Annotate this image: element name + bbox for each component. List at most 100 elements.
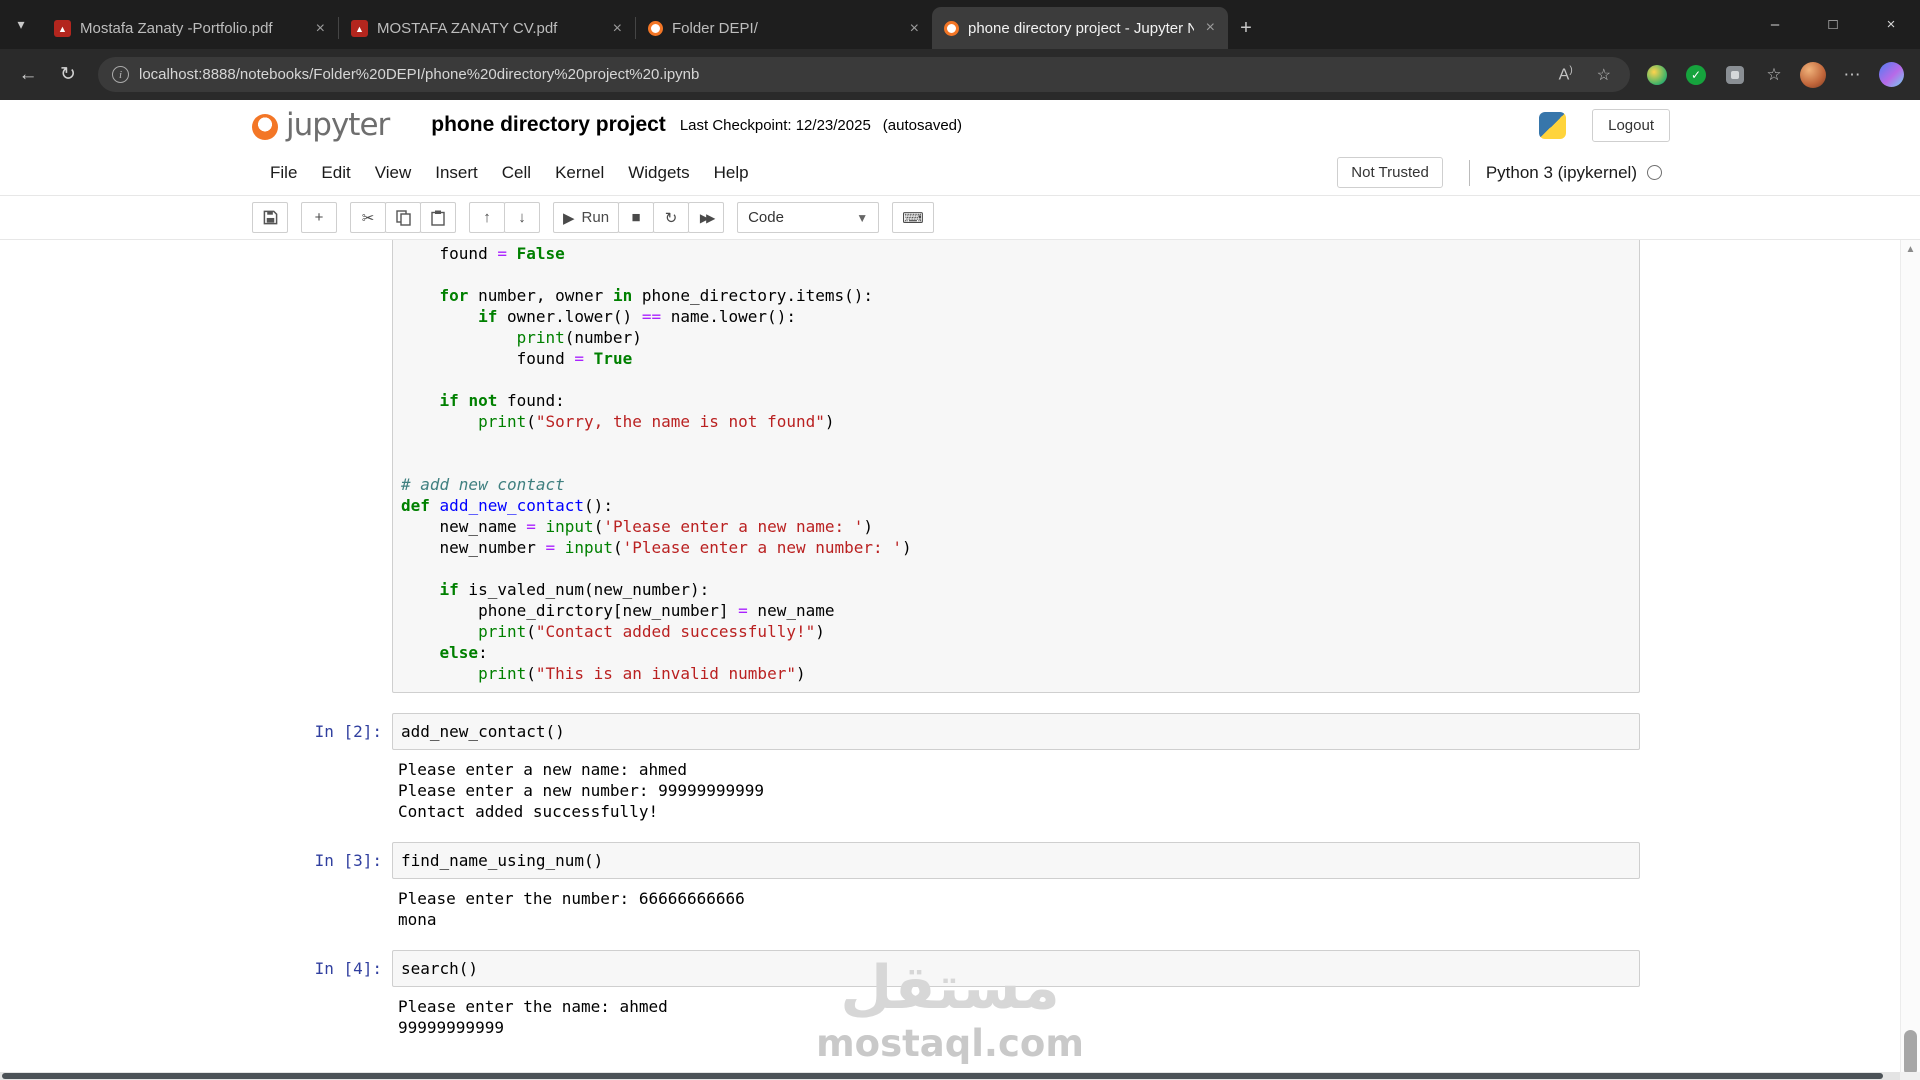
horizontal-scrollbar[interactable] (0, 1072, 1900, 1080)
copy-cell-button[interactable] (385, 202, 421, 233)
chevron-down-icon: ▼ (856, 211, 868, 225)
tab-phone-directory-active[interactable]: phone directory project - Jupyter N × (932, 7, 1228, 49)
tab-close-icon[interactable]: × (907, 20, 922, 38)
tab-label: phone directory project - Jupyter N (968, 20, 1194, 37)
not-trusted-badge[interactable]: Not Trusted (1337, 157, 1443, 188)
tab-close-icon[interactable]: × (1203, 19, 1218, 37)
copilot-icon[interactable] (1876, 60, 1906, 90)
fast-forward-icon: ▶▶ (700, 211, 712, 225)
notebook-area: found = False for number, owner in phone… (0, 240, 1920, 1080)
browser-titlebar: ▾ ▲ Mostafa Zanaty -Portfolio.pdf × ▲ MO… (0, 0, 1920, 49)
cell-type-value: Code (748, 209, 784, 226)
cell-output: Please enter the number: 66666666666 mon… (398, 888, 1640, 930)
favorites-hub-icon[interactable]: ☆ (1759, 60, 1789, 90)
tab-folder-depi[interactable]: Folder DEPI/ × (636, 8, 932, 49)
save-button[interactable] (252, 202, 288, 233)
scroll-up-arrow-icon[interactable]: ▲ (1901, 244, 1920, 255)
maximize-button[interactable]: □ (1804, 0, 1862, 49)
cut-icon: ✂ (362, 209, 375, 227)
tab-close-icon[interactable]: × (610, 20, 625, 38)
run-label: Run (582, 209, 610, 226)
jupyter-favicon-icon (944, 21, 959, 36)
jupyter-wordmark: jupyter (286, 107, 389, 143)
read-aloud-icon[interactable]: A) (1552, 65, 1580, 84)
paste-cell-button[interactable] (420, 202, 456, 233)
navbar-right-icons: ✓ ☆ ⋯ (1642, 60, 1906, 90)
scrollbar-corner (1900, 1072, 1920, 1080)
input-prompt: In [4]: (300, 950, 392, 987)
restart-run-all-button[interactable]: ▶▶ (688, 202, 724, 233)
cell-input[interactable]: search() (392, 950, 1640, 987)
jupyter-menubar: File Edit View Insert Cell Kernel Widget… (0, 150, 1920, 196)
pdf-icon: ▲ (351, 20, 368, 37)
cell-type-select[interactable]: Code ▼ (737, 202, 879, 233)
paste-icon (431, 210, 445, 226)
url-text[interactable]: localhost:8888/notebooks/Folder%20DEPI/p… (139, 66, 1542, 83)
address-bar[interactable]: i localhost:8888/notebooks/Folder%20DEPI… (98, 57, 1630, 92)
input-prompt: In [3]: (300, 842, 392, 879)
menu-kernel[interactable]: Kernel (543, 163, 616, 183)
python-logo-icon (1539, 112, 1566, 139)
notebook-title[interactable]: phone directory project (431, 113, 666, 137)
jupyter-toolbar: + ✂ ↑ ↓ ▶ Run ■ ↻ ▶▶ Code ▼ (0, 196, 1920, 240)
copy-icon (396, 210, 411, 226)
kernel-indicator-icon (1647, 165, 1662, 180)
horizontal-scrollbar-thumb[interactable] (2, 1073, 1883, 1079)
tab-label: MOSTAFA ZANATY CV.pdf (377, 20, 601, 37)
menu-cell[interactable]: Cell (490, 163, 543, 183)
menu-edit[interactable]: Edit (309, 163, 362, 183)
cell-output: Please enter the name: ahmed 99999999999 (398, 996, 1640, 1038)
menu-file[interactable]: File (258, 163, 309, 183)
restart-icon: ↻ (665, 209, 678, 227)
tab-cv-pdf[interactable]: ▲ MOSTAFA ZANATY CV.pdf × (339, 8, 635, 49)
kernel-name: Python 3 (ipykernel) (1486, 163, 1637, 183)
window-controls: – □ × (1746, 0, 1920, 49)
tab-label: Mostafa Zanaty -Portfolio.pdf (80, 20, 304, 37)
site-info-icon[interactable]: i (112, 66, 129, 83)
arrow-down-icon: ↓ (518, 209, 526, 226)
settings-more-icon[interactable]: ⋯ (1837, 60, 1867, 90)
vertical-scrollbar-thumb[interactable] (1904, 1030, 1917, 1076)
close-button[interactable]: × (1862, 0, 1920, 49)
menu-widgets[interactable]: Widgets (616, 163, 701, 183)
interrupt-kernel-button[interactable]: ■ (618, 202, 654, 233)
menu-insert[interactable]: Insert (423, 163, 490, 183)
move-cell-down-button[interactable]: ↓ (504, 202, 540, 233)
jupyter-planet-icon (252, 114, 278, 140)
extension-check-icon[interactable]: ✓ (1681, 60, 1711, 90)
tab-strip: ▲ Mostafa Zanaty -Portfolio.pdf × ▲ MOST… (42, 0, 1264, 49)
browser-window: ▾ ▲ Mostafa Zanaty -Portfolio.pdf × ▲ MO… (0, 0, 1920, 1080)
keyboard-icon: ⌨ (902, 209, 924, 227)
browser-essentials-icon[interactable] (1642, 60, 1672, 90)
run-button[interactable]: ▶ Run (553, 202, 619, 233)
code-cell-input[interactable]: found = False for number, owner in phone… (392, 240, 1640, 693)
jupyter-favicon-icon (648, 21, 663, 36)
tab-portfolio-pdf[interactable]: ▲ Mostafa Zanaty -Portfolio.pdf × (42, 8, 338, 49)
extensions-icon[interactable] (1720, 60, 1750, 90)
menu-view[interactable]: View (363, 163, 424, 183)
profile-avatar[interactable] (1798, 60, 1828, 90)
cell-input[interactable]: find_name_using_num() (392, 842, 1640, 879)
save-icon (263, 210, 278, 225)
cut-cell-button[interactable]: ✂ (350, 202, 386, 233)
favorite-star-icon[interactable]: ☆ (1590, 65, 1618, 85)
stop-icon: ■ (632, 209, 641, 226)
kernel-separator (1469, 160, 1470, 186)
logout-button[interactable]: Logout (1592, 109, 1670, 142)
tab-close-icon[interactable]: × (313, 20, 328, 38)
refresh-icon[interactable]: ↻ (50, 57, 86, 93)
tab-search-chevron-icon[interactable]: ▾ (0, 0, 42, 49)
cell-input[interactable]: add_new_contact() (392, 713, 1640, 750)
add-cell-button[interactable]: + (301, 202, 337, 233)
input-prompt: In [2]: (300, 713, 392, 750)
back-icon[interactable]: ← (10, 57, 46, 93)
command-palette-button[interactable]: ⌨ (892, 202, 934, 233)
jupyter-logo[interactable]: jupyter (252, 107, 389, 143)
new-tab-button[interactable]: + (1228, 8, 1264, 49)
menu-help[interactable]: Help (702, 163, 761, 183)
minimize-button[interactable]: – (1746, 0, 1804, 49)
restart-kernel-button[interactable]: ↻ (653, 202, 689, 233)
vertical-scrollbar[interactable]: ▲ (1900, 240, 1920, 1072)
pdf-icon: ▲ (54, 20, 71, 37)
move-cell-up-button[interactable]: ↑ (469, 202, 505, 233)
